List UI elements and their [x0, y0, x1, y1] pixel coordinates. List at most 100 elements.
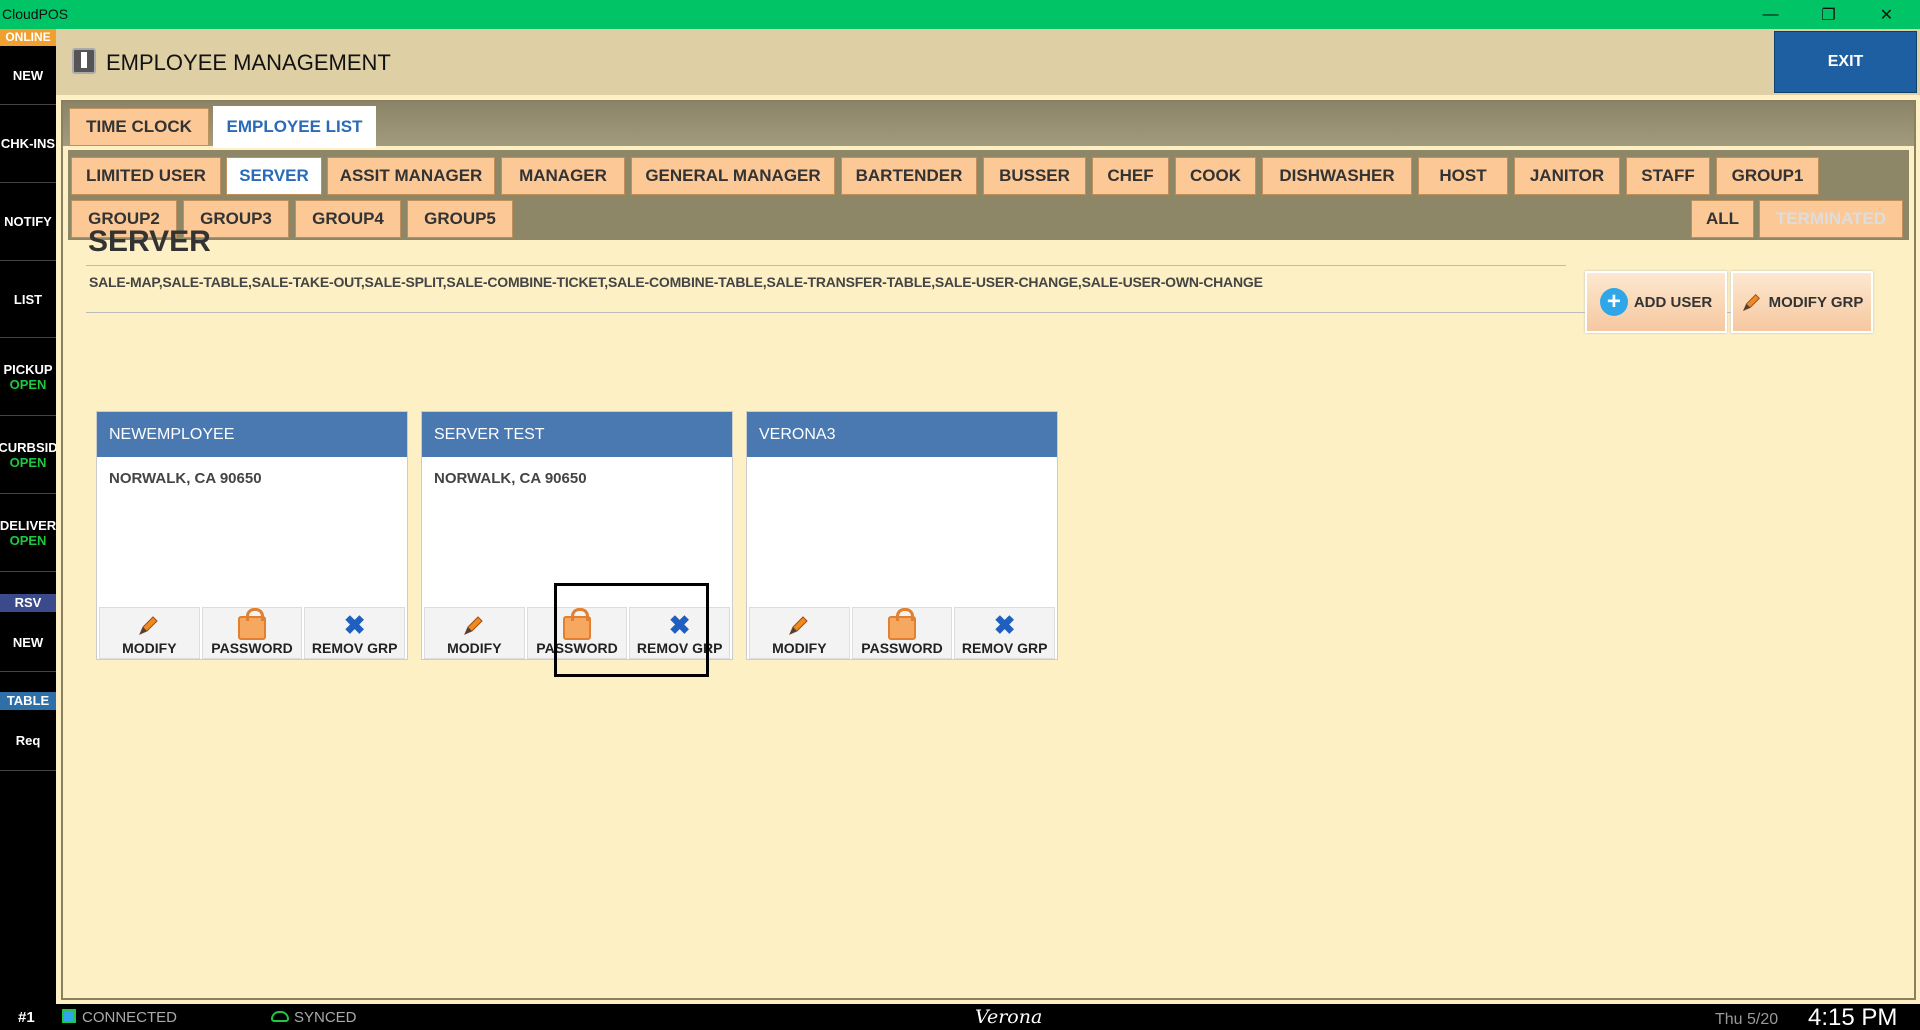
sidebar-item-label: CHK-INS	[0, 136, 56, 151]
group-tab-janitor[interactable]: JANITOR	[1514, 157, 1620, 195]
sidebar-item-label: PICKUP	[3, 361, 53, 377]
highlight-box	[554, 583, 709, 677]
remove-group-label: REMOV GRP	[961, 640, 1048, 656]
modify-button[interactable]: MODIFY	[424, 607, 525, 659]
sidebar-item-label: CURBSID	[0, 439, 58, 455]
restore-icon[interactable]: ❐	[1800, 0, 1857, 29]
page-header: EMPLOYEE MANAGEMENT EXIT	[56, 29, 1920, 95]
lock-icon	[238, 608, 266, 640]
sidebar-item-notify[interactable]: NOTIFY	[0, 183, 56, 261]
modify-group-label: MODIFY GRP	[1768, 293, 1864, 311]
group-tab-bar: LIMITED USER SERVER ASSIT MANAGER MANAGE…	[68, 150, 1909, 240]
window-titlebar: CloudPOS — ❐ ✕	[0, 0, 1920, 29]
cloud-icon	[271, 1011, 289, 1022]
group-tab-group4[interactable]: GROUP4	[295, 200, 401, 238]
pencil-icon	[789, 616, 809, 635]
sidebar-item-curbside[interactable]: CURBSID OPEN	[0, 416, 58, 494]
employee-address: NORWALK, CA 90650	[434, 470, 587, 487]
sidebar-item-label: NOTIFY	[4, 214, 52, 229]
modify-button[interactable]: MODIFY	[99, 607, 200, 659]
employee-name: SERVER TEST	[422, 412, 732, 457]
password-button[interactable]: PASSWORD	[201, 607, 303, 659]
remove-group-label: REMOV GRP	[311, 640, 398, 656]
password-label: PASSWORD	[861, 640, 943, 656]
sidebar-item-status: OPEN	[9, 454, 47, 470]
pencil-icon	[464, 616, 484, 635]
sidebar-item-label: NEW	[12, 634, 44, 650]
remove-x-icon: ✖	[993, 610, 1016, 640]
card-actions: MODIFY PASSWORD ✖ REMOV GRP	[747, 607, 1057, 659]
add-user-label: ADD USER	[1633, 293, 1713, 311]
filter-tab-all[interactable]: ALL	[1691, 200, 1754, 238]
add-user-button[interactable]: + ADD USER	[1585, 271, 1727, 333]
filter-tab-terminated[interactable]: TERMINATED	[1759, 200, 1903, 238]
remove-x-icon: ✖	[343, 610, 366, 640]
modify-group-button[interactable]: MODIFY GRP	[1731, 271, 1873, 333]
employee-name: NEWEMPLOYEE	[97, 412, 407, 457]
time-display: 4:15 PM	[1808, 1004, 1898, 1030]
group-tab-group1[interactable]: GROUP1	[1716, 157, 1819, 195]
employee-address: NORWALK, CA 90650	[109, 470, 262, 487]
remove-group-button[interactable]: ✖ REMOV GRP	[304, 607, 406, 659]
status-bar: #1 CONNECTED SYNCED Verona Thu 5/20 4:15…	[0, 1004, 1920, 1030]
modify-label: MODIFY	[772, 640, 827, 656]
group-tab-cook[interactable]: COOK	[1175, 157, 1256, 195]
remove-group-button[interactable]: ✖ REMOV GRP	[954, 607, 1056, 659]
group-permissions: SALE-MAP,SALE-TABLE,SALE-TAKE-OUT,SALE-S…	[89, 274, 1263, 290]
terminal-number: #1	[18, 1009, 35, 1026]
group-tab-manager[interactable]: MANAGER	[501, 157, 625, 195]
group-tab-limited-user[interactable]: LIMITED USER	[71, 157, 221, 195]
app-title: CloudPOS	[2, 6, 69, 22]
sidebar-item-pickup[interactable]: PICKUP OPEN	[0, 338, 56, 416]
password-button[interactable]: PASSWORD	[851, 607, 953, 659]
sidebar-item-label: NEW	[12, 67, 44, 83]
sidebar-item-list[interactable]: LIST	[0, 261, 56, 338]
sidebar-item-label: DELIVER	[0, 517, 57, 533]
main-panel: EMPLOYEE MANAGEMENT EXIT TIME CLOCK EMPL…	[56, 29, 1920, 1004]
sidebar-item-label: Req	[15, 733, 41, 748]
minimize-icon[interactable]: —	[1742, 0, 1799, 29]
group-tab-group5[interactable]: GROUP5	[407, 200, 513, 238]
employee-icon	[72, 48, 96, 74]
employee-card[interactable]: NEWEMPLOYEE NORWALK, CA 90650 MODIFY PAS…	[96, 411, 408, 660]
store-name: Verona	[975, 1006, 1043, 1028]
date-display: Thu 5/20	[1715, 1011, 1779, 1028]
modify-label: MODIFY	[122, 640, 177, 656]
group-tab-host[interactable]: HOST	[1418, 157, 1508, 195]
sidebar-item-rsv-new[interactable]: NEW	[0, 613, 56, 672]
tab-employee-list[interactable]: EMPLOYEE LIST	[213, 106, 376, 148]
group-tab-server[interactable]: SERVER	[226, 157, 322, 195]
sync-status: SYNCED	[294, 1009, 357, 1026]
lock-icon	[888, 608, 916, 640]
group-tab-bartender[interactable]: BARTENDER	[841, 157, 977, 195]
sidebar-item-label: LIST	[13, 291, 43, 307]
divider	[86, 265, 1566, 266]
group-title: SERVER	[88, 225, 211, 258]
group-tab-chef[interactable]: CHEF	[1092, 157, 1169, 195]
tab-time-clock[interactable]: TIME CLOCK	[69, 108, 209, 146]
group-tab-assit-manager[interactable]: ASSIT MANAGER	[327, 157, 495, 195]
sidebar-item-req[interactable]: Req	[0, 711, 56, 771]
password-label: PASSWORD	[211, 640, 293, 656]
exit-button[interactable]: EXIT	[1774, 31, 1917, 93]
group-tab-busser[interactable]: BUSSER	[983, 157, 1086, 195]
card-actions: MODIFY PASSWORD ✖ REMOV GRP	[97, 607, 407, 659]
modify-label: MODIFY	[447, 640, 502, 656]
sidebar-item-new[interactable]: NEW	[0, 46, 56, 105]
table-header: TABLE	[0, 692, 56, 710]
group-tab-staff[interactable]: STAFF	[1626, 157, 1710, 195]
plus-icon: +	[1599, 288, 1628, 316]
group-tab-general-manager[interactable]: GENERAL MANAGER	[631, 157, 835, 195]
modify-button[interactable]: MODIFY	[749, 607, 850, 659]
connection-icon	[62, 1009, 76, 1023]
page-title: EMPLOYEE MANAGEMENT	[106, 50, 391, 75]
pencil-icon	[1742, 294, 1760, 312]
employee-card[interactable]: VERONA3 MODIFY PASSWORD ✖ REMOV GRP	[746, 411, 1058, 660]
sidebar-item-chk-ins[interactable]: CHK-INS	[0, 105, 56, 183]
sidebar-item-status: OPEN	[9, 376, 47, 392]
sidebar-item-delivery[interactable]: DELIVER OPEN	[0, 494, 56, 572]
left-sidebar: ONLINE NEW CHK-INS NOTIFY LIST PICKUP OP…	[0, 29, 58, 1004]
online-status-badge: ONLINE	[0, 29, 56, 46]
close-icon[interactable]: ✕	[1858, 0, 1915, 29]
group-tab-dishwasher[interactable]: DISHWASHER	[1262, 157, 1412, 195]
